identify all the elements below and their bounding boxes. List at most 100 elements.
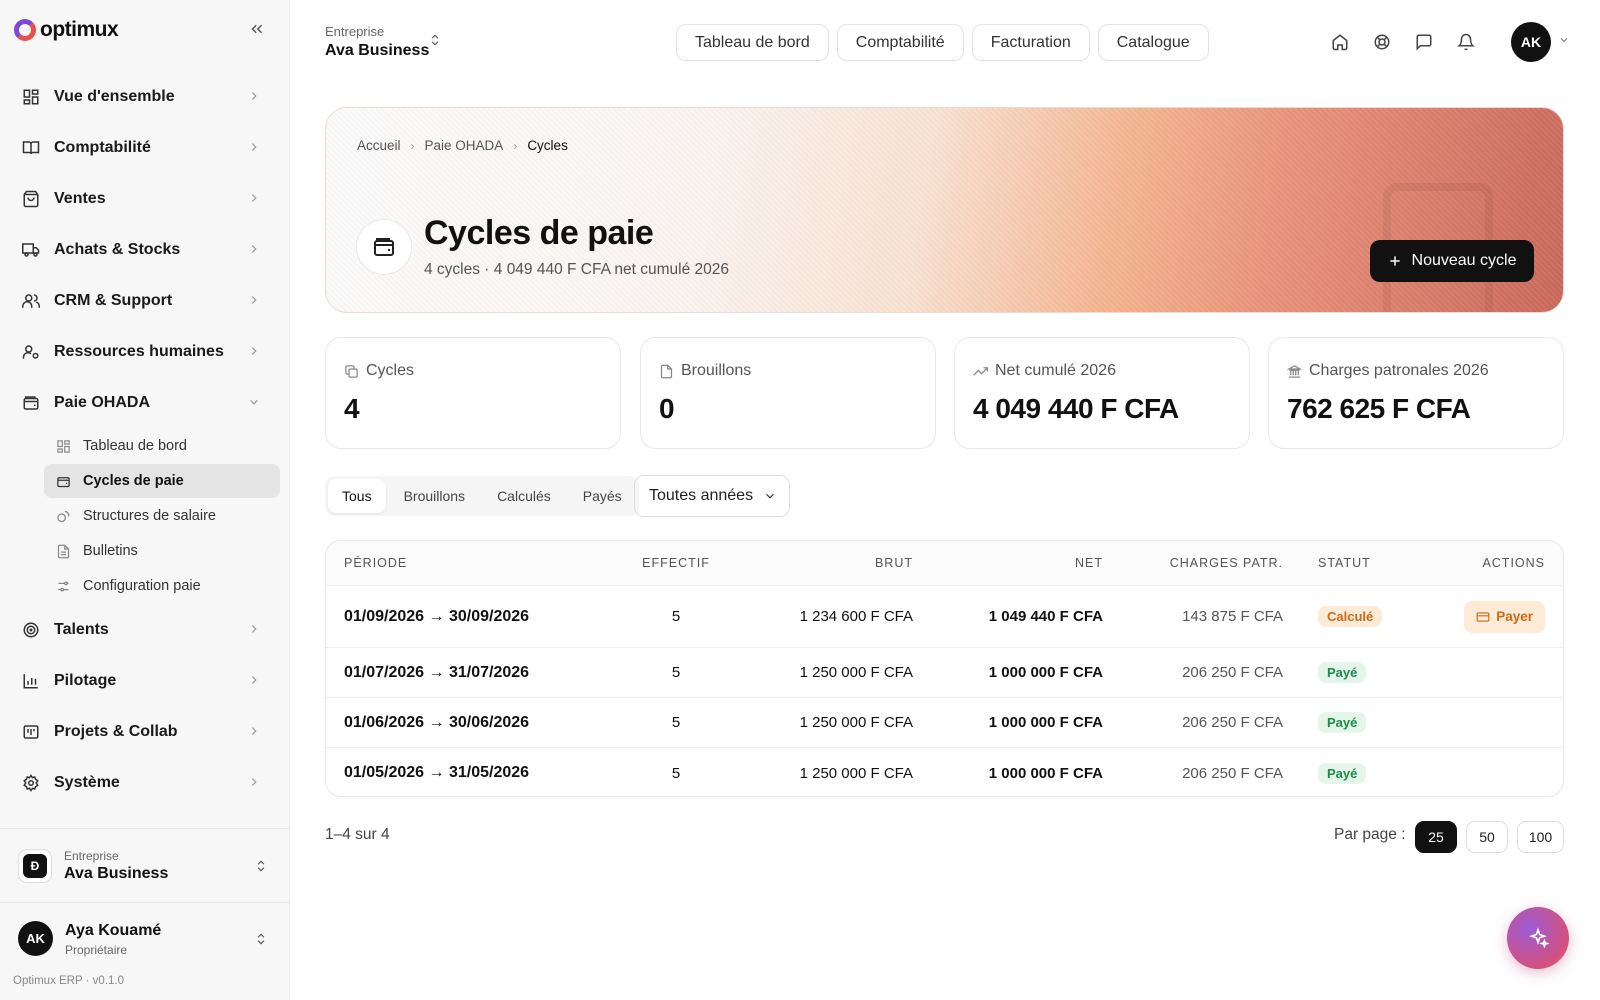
bar-chart-icon [22, 672, 40, 690]
sidebar-nav: Vue d'ensemble Comptabilité Ventes Achat… [12, 71, 280, 808]
sidebar-subitem-structures-salaire[interactable]: Structures de salaire [44, 499, 280, 533]
chevron-right-icon [246, 343, 262, 359]
company-switcher[interactable]: Ð Entreprise Ava Business [0, 828, 290, 902]
sidebar-item-paie-ohada[interactable]: Paie OHADA [12, 377, 278, 428]
user-avatar-button[interactable]: AK [1511, 22, 1551, 62]
org-selector[interactable]: Entreprise Ava Business [325, 24, 429, 60]
sidebar-item-vue-ensemble[interactable]: Vue d'ensemble [12, 71, 278, 122]
per-page-25-button[interactable]: 25 [1415, 821, 1457, 853]
sidebar-subitem-label: Tableau de bord [83, 438, 187, 454]
table-row[interactable]: 01/05/2026 → 31/05/2026 5 1 250 000 F CF… [326, 748, 1563, 796]
sidebar-item-comptabilite[interactable]: Comptabilité [12, 122, 278, 173]
chevrons-up-down-icon [254, 859, 268, 873]
per-page-50-button[interactable]: 50 [1466, 821, 1508, 853]
tab-brouillons[interactable]: Brouillons [390, 479, 479, 513]
paie-submenu: Tableau de bord Cycles de paie Structure… [44, 429, 280, 603]
chevron-down-icon[interactable] [1558, 34, 1570, 46]
collapse-sidebar-button[interactable] [248, 20, 268, 40]
sidebar-item-systeme[interactable]: Système [12, 757, 278, 808]
grid-icon [56, 439, 71, 454]
sidebar-subitem-configuration-paie[interactable]: Configuration paie [44, 569, 280, 603]
page-subtitle: 4 cycles · 4 049 440 F CFA net cumulé 20… [424, 261, 730, 278]
chevrons-left-icon [251, 24, 263, 34]
per-page-100-button[interactable]: 100 [1517, 821, 1564, 853]
sidebar-item-label: Comptabilité [54, 138, 151, 156]
cycles-table: PÉRIODE EFFECTIF BRUT NET CHARGES PATR. … [325, 540, 1564, 797]
org-name: Ava Business [325, 42, 430, 59]
sidebar-item-projets-collab[interactable]: Projets & Collab [12, 706, 278, 757]
breadcrumb-paie-ohada[interactable]: Paie OHADA [425, 138, 504, 153]
sidebar-item-label: CRM & Support [54, 291, 173, 309]
cell-charges: 206 250 F CFA [1182, 714, 1283, 731]
credit-card-icon [1476, 610, 1490, 624]
tab-tous[interactable]: Tous [328, 479, 386, 513]
breadcrumb-accueil[interactable]: Accueil [357, 138, 401, 153]
header-brut[interactable]: BRUT [875, 541, 913, 585]
tab-calcules[interactable]: Calculés [483, 479, 565, 513]
year-select[interactable]: Toutes années [634, 475, 790, 517]
brand-logo[interactable]: optimux [14, 18, 119, 42]
sidebar-item-ressources-humaines[interactable]: Ressources humaines [12, 326, 278, 377]
sidebar-subitem-tableau-de-bord[interactable]: Tableau de bord [44, 429, 280, 463]
topnav-tableau-de-bord[interactable]: Tableau de bord [676, 24, 829, 61]
sidebar-subitem-label: Bulletins [83, 543, 138, 559]
table-row[interactable]: 01/09/2026 → 30/09/2026 5 1 234 600 F CF… [326, 586, 1563, 648]
cell-effectif: 5 [671, 764, 681, 782]
pay-button-label: Payer [1496, 609, 1533, 624]
cell-net: 1 049 440 F CFA [988, 608, 1103, 625]
sparkles-icon [1527, 927, 1549, 949]
topnav-catalogue[interactable]: Catalogue [1097, 24, 1209, 61]
landmark-icon [1287, 364, 1302, 379]
sidebar-item-ventes[interactable]: Ventes [12, 173, 278, 224]
chevrons-up-down-icon[interactable] [428, 33, 442, 47]
status-badge: Payé [1318, 762, 1367, 784]
user-cog-icon [22, 343, 40, 361]
stat-label: Brouillons [681, 362, 752, 379]
status-badge: Payé [1318, 662, 1367, 683]
page-title: Cycles de paie [424, 214, 654, 252]
company-logo-icon: Ð [18, 848, 52, 883]
table-row[interactable]: 01/07/2026 → 31/07/2026 5 1 250 000 F CF… [326, 648, 1563, 698]
table-row[interactable]: 01/06/2026 → 30/06/2026 5 1 250 000 F CF… [326, 698, 1563, 748]
stat-card-cycles: Cycles 4 [325, 337, 621, 449]
sidebar-item-label: Achats & Stocks [54, 240, 181, 258]
home-icon[interactable] [1330, 32, 1350, 52]
cell-effectif: 5 [671, 608, 681, 625]
sidebar-item-pilotage[interactable]: Pilotage [12, 655, 278, 706]
top-nav: Tableau de bord Comptabilité Facturation… [676, 24, 1209, 61]
lifebuoy-icon[interactable] [1372, 32, 1392, 52]
user-switcher[interactable]: AK Aya Kouamé Propriétaire [0, 902, 290, 974]
top-icons [1330, 32, 1476, 52]
pagination-range: 1–4 sur 4 [325, 826, 390, 843]
sidebar-item-label: Ressources humaines [54, 342, 224, 360]
ai-assistant-button[interactable] [1507, 907, 1569, 969]
header-periode[interactable]: PÉRIODE [344, 541, 407, 585]
sidebar-subitem-label: Cycles de paie [83, 473, 184, 489]
sidebar-item-crm-support[interactable]: CRM & Support [12, 275, 278, 326]
message-icon[interactable] [1414, 32, 1434, 52]
header-charges[interactable]: CHARGES PATR. [1170, 541, 1283, 585]
header-effectif[interactable]: EFFECTIF [611, 541, 741, 585]
header-statut[interactable]: STATUT [1318, 541, 1371, 585]
new-cycle-button[interactable]: Nouveau cycle [1370, 240, 1534, 282]
header-net[interactable]: NET [1075, 541, 1103, 585]
sidebar-subitem-bulletins[interactable]: Bulletins [44, 534, 280, 568]
bell-icon[interactable] [1456, 32, 1476, 52]
sidebar-item-talents[interactable]: Talents [12, 604, 278, 655]
cell-charges: 206 250 F CFA [1182, 764, 1283, 782]
cell-net: 1 000 000 F CFA [988, 764, 1103, 782]
sidebar-item-label: Vue d'ensemble [54, 87, 175, 105]
stat-value: 4 [344, 393, 360, 424]
topnav-facturation[interactable]: Facturation [971, 24, 1090, 61]
grid-icon [22, 88, 40, 106]
sidebar-subitem-cycles-de-paie[interactable]: Cycles de paie [44, 464, 280, 498]
cell-net: 1 000 000 F CFA [988, 664, 1103, 681]
pay-button[interactable]: Payer [1464, 600, 1545, 633]
users-icon [22, 292, 40, 310]
sidebar-item-achats-stocks[interactable]: Achats & Stocks [12, 224, 278, 275]
cell-periode: 01/07/2026 → 31/07/2026 [344, 663, 530, 681]
tab-payes[interactable]: Payés [569, 479, 636, 513]
topnav-comptabilite[interactable]: Comptabilité [836, 24, 964, 61]
chevron-down-icon [763, 489, 777, 503]
target-icon [22, 621, 40, 639]
